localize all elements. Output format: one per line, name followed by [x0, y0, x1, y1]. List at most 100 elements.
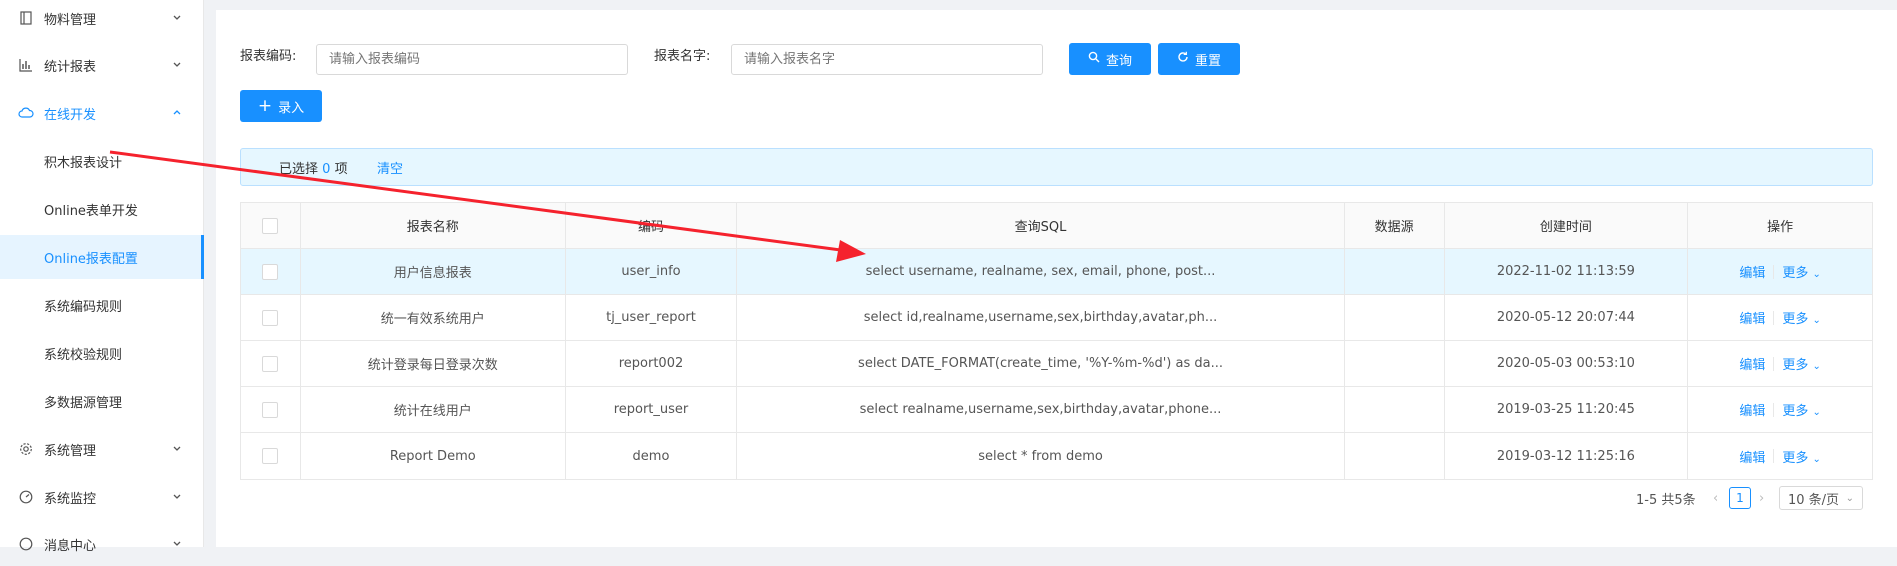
column-header[interactable]: 创建时间: [1445, 203, 1689, 248]
message-icon: [18, 536, 34, 552]
main-content: 报表编码: 报表名字: 查询 重置 + 录入 已选择 0 项 清空 报表名称 编…: [216, 10, 1897, 547]
row-checkbox[interactable]: [262, 401, 279, 418]
column-header[interactable]: 报表名称: [301, 203, 566, 248]
sidebar-subitem-online-report[interactable]: Online报表配置: [0, 235, 204, 279]
chevron-down-icon: [172, 444, 182, 454]
chevron-down-icon: ⌄: [1812, 453, 1821, 465]
more-dropdown[interactable]: 更多 ⌄: [1782, 354, 1821, 373]
divider: [1773, 264, 1775, 279]
report-name: Report Demo: [301, 433, 566, 479]
report-datasource: [1345, 433, 1445, 479]
query-button[interactable]: 查询: [1069, 43, 1151, 75]
edit-link[interactable]: 编辑: [1739, 447, 1765, 466]
table-row[interactable]: 统计在线用户 report_user select realname,usern…: [241, 387, 1872, 433]
chevron-up-icon: [172, 108, 182, 118]
add-button[interactable]: + 录入: [240, 90, 322, 122]
report-created-time: 2019-03-25 11:20:45: [1445, 387, 1689, 432]
reset-button[interactable]: 重置: [1158, 43, 1240, 75]
table-row[interactable]: 统一有效系统用户 tj_user_report select id,realna…: [241, 295, 1872, 341]
clear-selection-link[interactable]: 清空: [377, 158, 403, 177]
edit-link[interactable]: 编辑: [1739, 354, 1765, 373]
report-name: 统计登录每日登录次数: [301, 341, 566, 386]
selection-prefix: 已选择: [279, 161, 319, 177]
sidebar-subitem-jimu-report[interactable]: 积木报表设计: [0, 139, 204, 183]
table-row[interactable]: 用户信息报表 user_info select username, realna…: [241, 249, 1872, 295]
report-sql: select realname,username,sex,birthday,av…: [737, 387, 1345, 432]
chevron-down-icon: ⌄: [1812, 269, 1821, 280]
sidebar-item-messages[interactable]: 消息中心: [0, 522, 204, 566]
report-datasource: [1345, 341, 1445, 386]
edit-link[interactable]: 编辑: [1739, 400, 1765, 419]
report-sql: select username, realname, sex, email, p…: [737, 249, 1345, 294]
row-checkbox[interactable]: [262, 309, 279, 326]
select-all-checkbox[interactable]: [262, 217, 279, 234]
sidebar-item-system[interactable]: 系统管理: [0, 427, 204, 471]
report-datasource: [1345, 387, 1445, 432]
cloud-icon: [18, 105, 34, 121]
search-icon: [1088, 51, 1100, 67]
prev-page-icon[interactable]: ‹: [1713, 486, 1718, 510]
report-created-time: 2020-05-12 20:07:44: [1445, 295, 1689, 340]
more-dropdown[interactable]: 更多 ⌄: [1782, 447, 1821, 466]
edit-link[interactable]: 编辑: [1739, 262, 1765, 281]
table-row[interactable]: Report Demo demo select * from demo 2019…: [241, 433, 1872, 479]
column-header[interactable]: 数据源: [1345, 203, 1445, 248]
report-table: 报表名称 编码 查询SQL 数据源 创建时间 操作 用户信息报表 user_in…: [240, 202, 1873, 480]
pagination-summary: 1-5 共5条: [1636, 492, 1696, 508]
page-size-select[interactable]: 10 条/页 ⌄: [1779, 486, 1863, 510]
divider: [1773, 449, 1775, 463]
report-name-input[interactable]: [731, 44, 1043, 75]
sidebar-item-materials[interactable]: 物料管理: [0, 0, 204, 40]
selection-suffix: 项: [334, 161, 348, 177]
row-checkbox[interactable]: [262, 263, 279, 280]
report-code: tj_user_report: [566, 295, 738, 340]
chevron-down-icon: [172, 539, 182, 549]
chevron-down-icon: ⌄: [1812, 315, 1821, 326]
sidebar-subitem-datasource[interactable]: 多数据源管理: [0, 379, 204, 423]
report-code: report002: [566, 341, 738, 386]
column-header[interactable]: 查询SQL: [737, 203, 1345, 248]
report-created-time: 2022-11-02 11:13:59: [1445, 249, 1689, 294]
report-sql: select id,realname,username,sex,birthday…: [737, 295, 1345, 340]
column-header[interactable]: 编码: [566, 203, 738, 248]
column-header: 操作: [1767, 220, 1794, 235]
report-created-time: 2019-03-12 11:25:16: [1445, 433, 1689, 479]
selection-alert: 已选择 0 项 清空: [240, 148, 1873, 186]
plus-icon: +: [257, 95, 273, 116]
report-name: 用户信息报表: [301, 249, 566, 294]
report-sql: select DATE_FORMAT(create_time, '%Y-%m-%…: [737, 341, 1345, 386]
chevron-down-icon: [172, 13, 182, 23]
divider: [1773, 402, 1775, 417]
selection-count: 0: [322, 161, 331, 177]
dashboard-icon: [18, 489, 34, 505]
more-dropdown[interactable]: 更多 ⌄: [1782, 400, 1821, 419]
chevron-down-icon: ⌄: [1812, 407, 1821, 418]
chevron-down-icon: ⌄: [1812, 361, 1821, 372]
sidebar-subitem-online-form[interactable]: Online表单开发: [0, 187, 204, 231]
report-code: report_user: [566, 387, 738, 432]
sidebar: 物料管理 统计报表 在线开发 积木报表设计 Online表单开发 Online报…: [0, 0, 204, 554]
report-name-label: 报表名字:: [654, 49, 711, 64]
divider: [1773, 356, 1775, 371]
sidebar-item-monitor[interactable]: 系统监控: [0, 475, 204, 519]
sidebar-item-reports[interactable]: 统计报表: [0, 43, 204, 87]
sidebar-subitem-check-rules[interactable]: 系统校验规则: [0, 331, 204, 375]
sidebar-subitem-code-rules[interactable]: 系统编码规则: [0, 283, 204, 327]
page-number[interactable]: 1: [1729, 487, 1751, 509]
next-page-icon[interactable]: ›: [1759, 486, 1764, 510]
sidebar-item-online-dev[interactable]: 在线开发: [0, 91, 204, 135]
report-code: user_info: [566, 249, 738, 294]
table-header: 报表名称 编码 查询SQL 数据源 创建时间 操作: [241, 203, 1872, 249]
edit-link[interactable]: 编辑: [1739, 308, 1765, 327]
report-created-time: 2020-05-03 00:53:10: [1445, 341, 1689, 386]
chevron-down-icon: [172, 492, 182, 502]
row-checkbox[interactable]: [262, 355, 279, 372]
report-datasource: [1345, 249, 1445, 294]
more-dropdown[interactable]: 更多 ⌄: [1782, 262, 1821, 281]
report-name: 统一有效系统用户: [301, 295, 566, 340]
divider: [1773, 310, 1775, 325]
row-checkbox[interactable]: [262, 448, 279, 464]
more-dropdown[interactable]: 更多 ⌄: [1782, 308, 1821, 327]
report-code-input[interactable]: [316, 44, 628, 75]
table-row[interactable]: 统计登录每日登录次数 report002 select DATE_FORMAT(…: [241, 341, 1872, 387]
